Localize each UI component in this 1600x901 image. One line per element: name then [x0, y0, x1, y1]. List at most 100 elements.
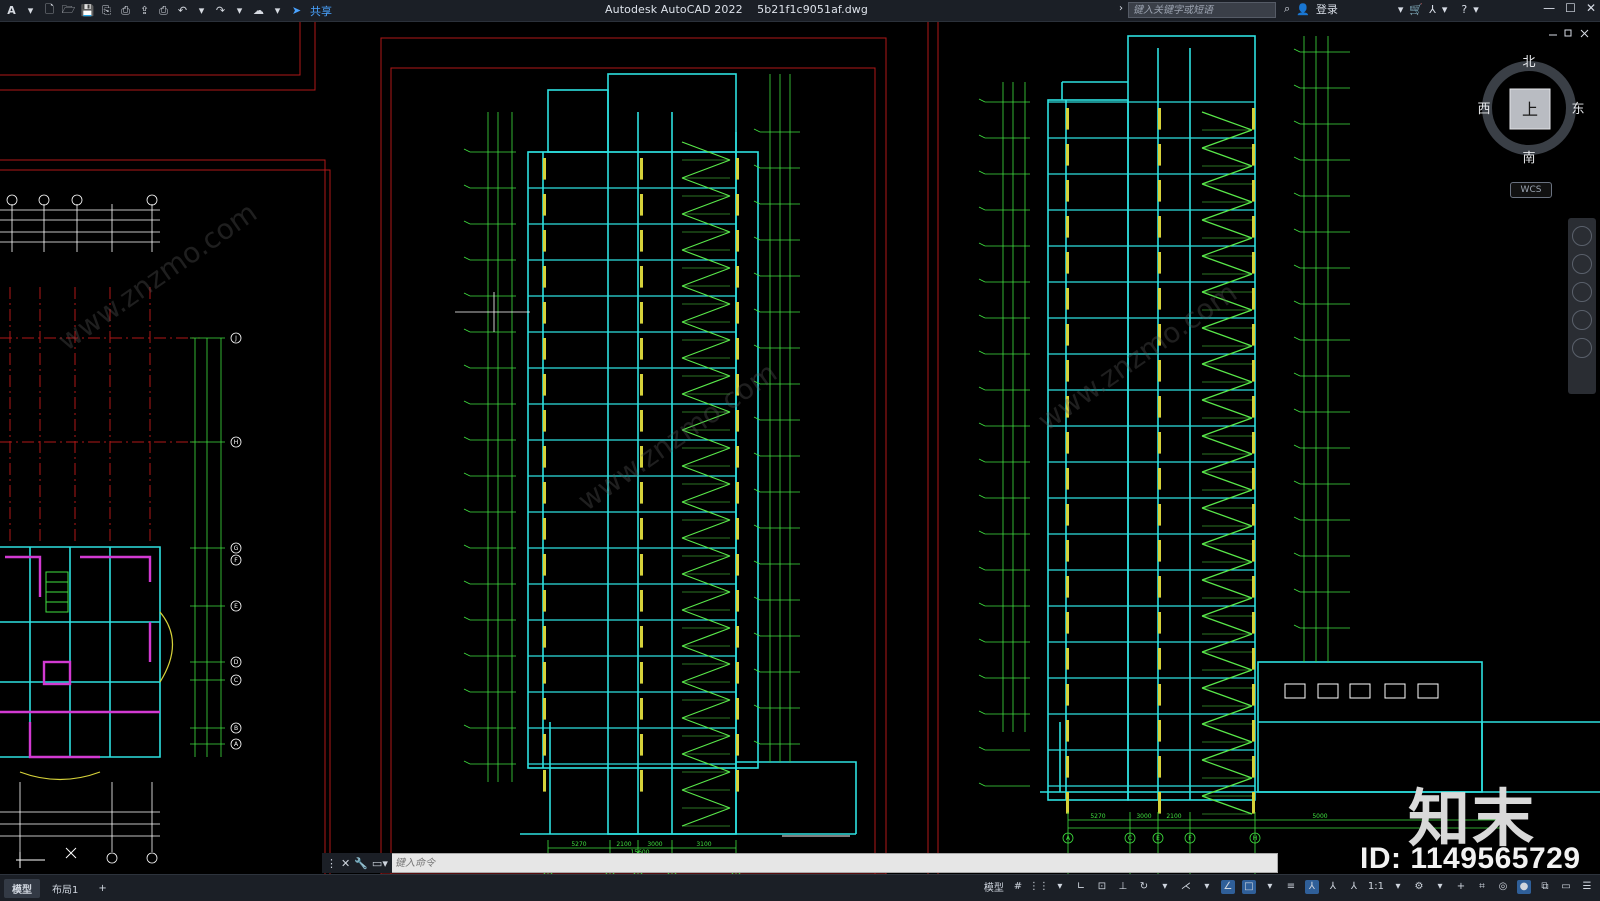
command-line[interactable]: [322, 853, 1278, 873]
search-input[interactable]: 键入关键字或短语: [1128, 2, 1276, 18]
share-icon[interactable]: ➤: [289, 3, 304, 18]
snap-dropdown-icon[interactable]: ▾: [1053, 880, 1067, 894]
clean-screen-icon[interactable]: ▭: [1559, 880, 1573, 894]
minimize-icon[interactable]: —: [1543, 1, 1555, 15]
window-controls: — ☐ ✕: [1543, 1, 1596, 15]
object-snap-dropdown-icon[interactable]: ▾: [1263, 880, 1277, 894]
wall-hatch: [543, 662, 546, 684]
infer-constraints-icon[interactable]: ∟: [1074, 880, 1088, 894]
object-snap-tracking-icon[interactable]: ∠: [1220, 879, 1235, 894]
wall-hatch: [736, 338, 739, 360]
login-button[interactable]: 登录: [1316, 1, 1338, 17]
navigation-bar[interactable]: [1568, 218, 1596, 394]
title-right-tools: ⌕ 👤 登录 ▾ 🛒 ⅄ ▾ ? ▾: [1284, 1, 1479, 17]
close-icon[interactable]: ✕: [1586, 1, 1596, 15]
new-file-icon[interactable]: 🗋: [42, 3, 57, 18]
tab-layout1[interactable]: 布局1: [44, 879, 86, 898]
wall-hatch: [543, 518, 546, 540]
save-web-icon[interactable]: ⇪: [137, 3, 152, 18]
units-icon[interactable]: ⌗: [1475, 880, 1489, 894]
wall-hatch: [736, 302, 739, 324]
command-input[interactable]: [393, 856, 1257, 870]
customization-menu-icon[interactable]: ☰: [1580, 880, 1594, 894]
polar-dropdown-icon[interactable]: ▾: [1158, 880, 1172, 894]
grid-icon[interactable]: #: [1011, 880, 1025, 894]
customize-wrench-icon[interactable]: 🔧: [354, 857, 368, 870]
share-button[interactable]: 共享: [310, 3, 332, 19]
axis-label-e: E: [234, 603, 238, 610]
a360-dropdown-icon[interactable]: ▾: [1442, 3, 1448, 16]
wall-hatch: [543, 374, 546, 396]
wall-hatch: [1252, 648, 1255, 670]
help-icon[interactable]: ?: [1461, 3, 1467, 16]
zoom-icon[interactable]: [1572, 282, 1592, 302]
add-scale-icon[interactable]: +: [1454, 880, 1468, 894]
workspace-gear-icon[interactable]: ⚙: [1412, 880, 1426, 894]
orbit-icon[interactable]: [1572, 310, 1592, 330]
annotation-scale-value[interactable]: 1:1: [1368, 881, 1384, 892]
quick-properties-icon[interactable]: ◎: [1496, 880, 1510, 894]
isolate-objects-icon[interactable]: ⧉: [1538, 880, 1552, 894]
search-expand-icon[interactable]: ›: [1119, 3, 1123, 14]
redo-dropdown-icon[interactable]: ▾: [232, 3, 247, 18]
isodraft-icon[interactable]: ⋌: [1179, 880, 1193, 894]
redo-icon[interactable]: ↷: [213, 3, 228, 18]
model-space-button[interactable]: 模型: [984, 879, 1004, 894]
annotation-scale-icon[interactable]: ⅄: [1347, 880, 1361, 894]
pan-icon[interactable]: [1572, 254, 1592, 274]
lock-ui-icon[interactable]: ●: [1517, 879, 1531, 894]
login-dropdown-icon[interactable]: ▾: [1398, 3, 1404, 16]
close-command-icon[interactable]: ✕: [341, 857, 350, 870]
autocad-logo-icon[interactable]: A: [4, 3, 19, 18]
save-as-icon[interactable]: ⎘: [99, 3, 114, 18]
workspace-icon[interactable]: ☁: [251, 3, 266, 18]
tab-model[interactable]: 模型: [4, 878, 40, 898]
viewcube[interactable]: 上 北 南 东 西: [1474, 52, 1584, 172]
grip-icon[interactable]: ⋮: [326, 857, 337, 870]
wall-hatch: [640, 302, 643, 324]
wall-hatch: [1252, 720, 1255, 742]
wall-hatch: [640, 734, 643, 756]
steering-wheel-icon[interactable]: [1572, 226, 1592, 246]
object-snap-icon[interactable]: □: [1241, 879, 1256, 894]
maximize-icon[interactable]: ☐: [1565, 1, 1576, 15]
recent-commands-icon[interactable]: ▭▾: [372, 857, 388, 870]
undo-dropdown-icon[interactable]: ▾: [194, 3, 209, 18]
wcs-dropdown[interactable]: WCS: [1510, 182, 1552, 198]
auto-scale-icon[interactable]: ⅄: [1326, 880, 1340, 894]
annotation-visibility-icon[interactable]: ⅄: [1304, 879, 1319, 894]
search-icon[interactable]: ⌕: [1284, 2, 1290, 16]
drawing-canvas[interactable]: J H G F E D C B A 5270 2100 3000 3100 52…: [0, 22, 1600, 874]
save-icon[interactable]: 💾: [80, 3, 95, 18]
dynamic-input-icon[interactable]: ⊡: [1095, 880, 1109, 894]
add-layout-button[interactable]: +: [90, 881, 114, 896]
dim-label: 5000: [1312, 813, 1327, 820]
cart-icon[interactable]: 🛒: [1409, 3, 1423, 16]
compass-south: 南: [1522, 150, 1535, 166]
column-label: E: [1156, 835, 1160, 842]
customize-dropdown-icon[interactable]: ▾: [270, 3, 285, 18]
a360-icon[interactable]: ⅄: [1429, 3, 1436, 16]
user-icon[interactable]: 👤: [1296, 3, 1310, 16]
scale-dropdown-icon[interactable]: ▾: [1391, 880, 1405, 894]
showmotion-icon[interactable]: [1572, 338, 1592, 358]
menu-dropdown-icon[interactable]: ▾: [23, 3, 38, 18]
wall-hatch: [1252, 792, 1255, 814]
lineweight-icon[interactable]: ≡: [1284, 880, 1298, 894]
wall-hatch: [1066, 612, 1069, 634]
polar-icon[interactable]: ↻: [1137, 880, 1151, 894]
wall-hatch: [1158, 360, 1161, 382]
undo-icon[interactable]: ↶: [175, 3, 190, 18]
ortho-icon[interactable]: ⊥: [1116, 880, 1130, 894]
wall-hatch: [543, 446, 546, 468]
isodraft-dropdown-icon[interactable]: ▾: [1200, 880, 1214, 894]
wall-hatch: [1252, 288, 1255, 310]
open-web-icon[interactable]: ⎙: [118, 3, 133, 18]
wall-hatch: [640, 662, 643, 684]
help-dropdown-icon[interactable]: ▾: [1473, 3, 1479, 16]
compass-north: 北: [1522, 55, 1535, 70]
print-icon[interactable]: ⎙: [156, 3, 171, 18]
workspace-dropdown-icon[interactable]: ▾: [1433, 880, 1447, 894]
snap-icon[interactable]: ⋮⋮: [1029, 880, 1049, 894]
open-file-icon[interactable]: 🗁: [61, 3, 76, 18]
